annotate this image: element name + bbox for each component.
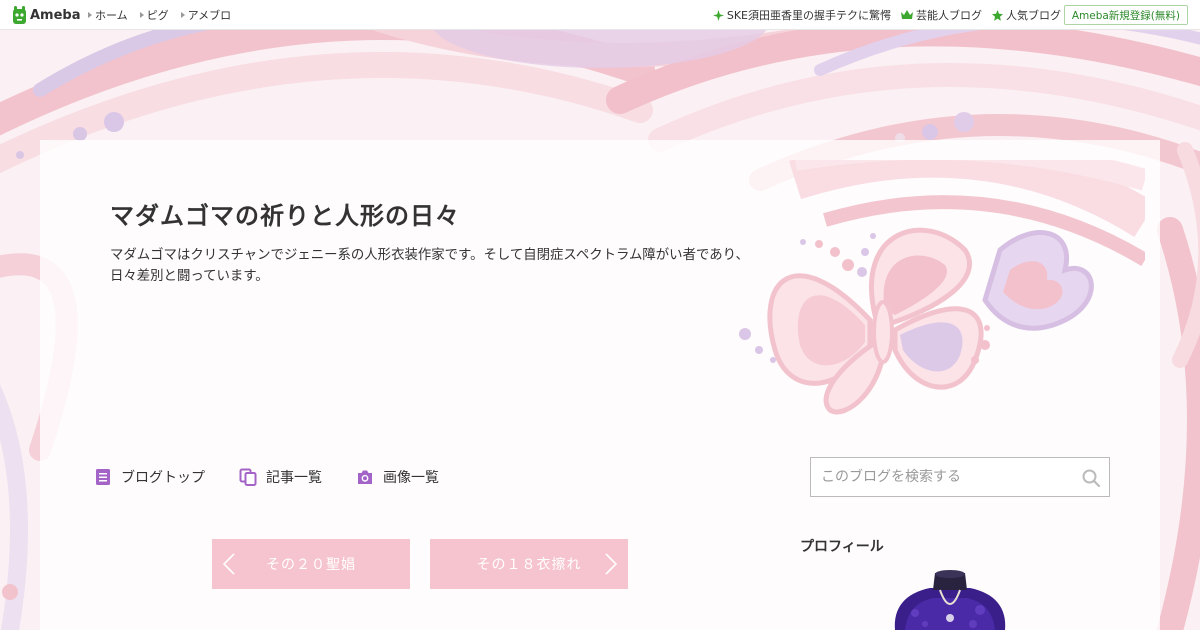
header-link-popular-blogs[interactable]: 人気ブログ — [992, 7, 1061, 23]
blog-search-input[interactable] — [811, 458, 1109, 496]
star-icon — [992, 9, 1003, 21]
chevron-right-icon — [605, 553, 618, 575]
blog-search-box — [810, 457, 1110, 497]
nav-home[interactable]: ホーム — [88, 7, 128, 23]
signup-button[interactable]: Ameba新規登録(無料) — [1063, 5, 1188, 25]
nav-pigg-label: ピグ — [146, 9, 169, 22]
header-link-topic-label: SKE須田亜香里の握手テクに驚愕 — [726, 9, 891, 22]
blog-top-link[interactable]: ブログトップ — [94, 467, 205, 487]
blog-top-label: ブログトップ — [121, 470, 205, 486]
ameba-mascot-icon — [13, 5, 26, 24]
brand-name: Ameba — [30, 7, 81, 23]
global-header: Ameba ホーム ピグ アメブロ SKE須田亜香里の握手テクに驚愕 芸能人ブロ… — [0, 0, 1200, 30]
articles-label: 記事一覧 — [266, 470, 322, 486]
profile-heading: プロフィール — [800, 539, 884, 555]
caret-icon — [139, 12, 144, 18]
ameba-logo[interactable]: Ameba — [12, 5, 81, 25]
header-link-celebrity-blogs-label: 芸能人ブログ — [916, 9, 982, 22]
blog-title[interactable]: マダムゴマの祈りと人形の日々 — [110, 196, 460, 231]
blog-description: マダムゴマはクリスチャンでジェニー系の人形衣装作家です。そして自閉症スペクトラム… — [110, 248, 749, 284]
chevron-left-icon — [222, 553, 235, 575]
next-article-button[interactable]: その１８衣擦れ — [430, 539, 628, 589]
blog-nav: ブログトップ 記事一覧 画像一覧 — [94, 464, 439, 490]
camera-icon — [358, 470, 372, 484]
butterfly-illustration — [739, 160, 1145, 415]
next-article-label: その１８衣擦れ — [476, 557, 582, 573]
nav-pigg[interactable]: ピグ — [139, 7, 169, 23]
caret-icon — [180, 12, 185, 18]
nav-ameblo-label: アメブロ — [187, 9, 232, 22]
caret-icon — [88, 12, 92, 18]
header-link-celebrity-blogs[interactable]: 芸能人ブログ — [901, 7, 982, 23]
profile-avatar[interactable] — [885, 568, 1015, 630]
nav-ameblo[interactable]: アメブロ — [180, 7, 232, 23]
crown-icon — [901, 10, 913, 19]
sparkle-icon — [712, 9, 724, 21]
header-right-links: SKE須田亜香里の握手テクに驚愕 芸能人ブログ 人気ブログ — [712, 0, 1061, 30]
previous-article-button[interactable]: その２０聖娼 — [212, 539, 410, 589]
search-icon[interactable] — [1081, 468, 1101, 488]
header-link-popular-blogs-label: 人気ブログ — [1006, 9, 1061, 22]
nav-home-label: ホーム — [95, 9, 128, 22]
images-link[interactable]: 画像一覧 — [356, 467, 439, 487]
global-nav: ホーム ピグ アメブロ — [88, 0, 231, 30]
header-link-topic[interactable]: SKE須田亜香里の握手テクに驚愕 — [712, 7, 891, 23]
images-label: 画像一覧 — [383, 470, 439, 486]
articles-icon — [239, 468, 257, 486]
previous-article-label: その２０聖娼 — [266, 557, 356, 573]
articles-link[interactable]: 記事一覧 — [239, 467, 322, 487]
document-icon — [96, 469, 110, 485]
